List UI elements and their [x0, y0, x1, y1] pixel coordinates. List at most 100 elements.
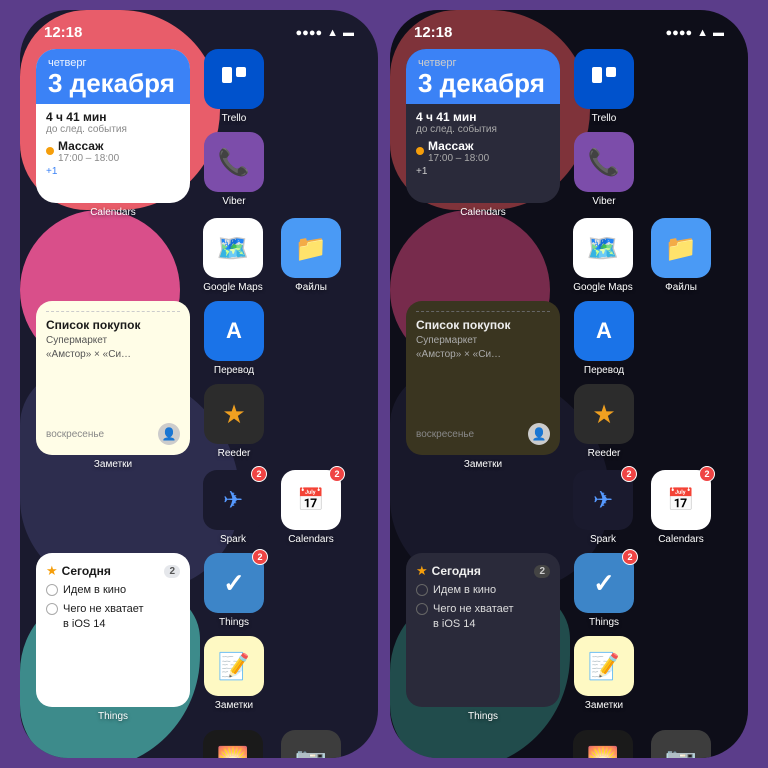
spark-badge-right: 2	[621, 466, 637, 482]
cal-event-name: Массаж	[58, 139, 119, 153]
cal-subtitle: до след. события	[46, 124, 180, 135]
trello-icon-left[interactable]: Trello	[200, 49, 268, 124]
status-time-left: 12:18	[44, 24, 82, 41]
things-widget-left[interactable]: ★ Сегодня 2 Идем в кино Чего не хватаетв…	[36, 553, 190, 722]
gmaps-label: Google Maps	[203, 282, 262, 293]
cal-more: +1	[46, 166, 180, 177]
spark-plane: ✈	[223, 486, 243, 515]
camera-icon-right[interactable]: 📷 Камера	[647, 730, 715, 758]
things-app-icon-left[interactable]: ✓ 2 Things	[200, 553, 268, 628]
reeder-star: ★	[222, 399, 245, 430]
cal-time-until: 4 ч 41 мин	[46, 110, 180, 124]
calendars-widget-label: Calendars	[90, 207, 136, 218]
home-grid-left: четверг 3 декабря 4 ч 41 мин до след. со…	[20, 45, 378, 758]
phone-right-content: 12:18 ●●●● ▲ ▬ четверг 3 декабря	[390, 10, 748, 758]
things-circle-2	[46, 603, 58, 615]
spark-icon-left[interactable]: ✈ 2 Spark	[199, 470, 267, 545]
battery-icon-right: ▬	[713, 27, 724, 39]
cal-header-right: четверг 3 декабря	[406, 49, 560, 104]
things-circle-1-right	[416, 584, 428, 596]
row2-right: Список покупок Супермаркет«Амстор» × «Си…	[406, 301, 732, 470]
row2-left: Список покупок Супермаркет«Амстор» × «Си…	[36, 301, 362, 470]
files-icon-left[interactable]: 📁 Файлы	[277, 218, 345, 293]
files-icon-right[interactable]: 📁 Файлы	[647, 218, 715, 293]
cal-date-right: 3 декабря	[418, 69, 548, 98]
trello-svg	[219, 64, 249, 94]
things-item-2: Чего не хватаетв iOS 14	[46, 602, 180, 631]
row4-left: 🌅 Фото 📷 Камера	[36, 730, 362, 758]
spark-icon-right[interactable]: ✈ 2 Spark	[569, 470, 637, 545]
row3-left: ★ Сегодня 2 Идем в кино Чего не хватаетв…	[36, 553, 362, 722]
col-trello-viber: Trello 📞 Viber	[200, 49, 268, 207]
things-text-1-right: Идем в кино	[433, 583, 496, 597]
files-label: Файлы	[295, 282, 327, 293]
row2b-right: ✈ 2 Spark 📅 2 Calendars	[406, 470, 732, 545]
notes-app-label: Заметки	[215, 700, 253, 711]
photos-icon-left[interactable]: 🌅 Фото	[199, 730, 267, 758]
notes-widget-left[interactable]: Список покупок Супермаркет«Амстор» × «Си…	[36, 301, 190, 470]
notes-app-icon-left[interactable]: 📝 Заметки	[200, 636, 268, 711]
things-circle-2-right	[416, 603, 428, 615]
calendar-widget-left[interactable]: четверг 3 декабря 4 ч 41 мин до след. со…	[36, 49, 190, 218]
things-app-icon-right[interactable]: ✓ 2 Things	[570, 553, 638, 628]
things-star-right: ★	[416, 563, 428, 579]
photos-emoji: 🌅	[217, 745, 249, 759]
translate-label-right: Перевод	[584, 365, 624, 376]
status-time-right: 12:18	[414, 24, 452, 41]
calendars-widget-label-right: Calendars	[460, 207, 506, 218]
reeder-icon-left[interactable]: ★ Reeder	[200, 384, 268, 459]
spark-wrapper-right: ✈ 2	[573, 470, 633, 530]
reeder-icon-right[interactable]: ★ Reeder	[570, 384, 638, 459]
camera-emoji: 📷	[295, 745, 327, 759]
calendars2-icon-left[interactable]: 📅 2 Calendars	[277, 470, 345, 545]
files-emoji-right: 📁	[665, 233, 697, 264]
notes-widget-label: Заметки	[94, 459, 132, 470]
notes-weekday: воскресенье	[46, 429, 104, 440]
things-text-2-right: Чего не хватаетв iOS 14	[433, 602, 514, 631]
things-widget-right[interactable]: ★ Сегодня 2 Идем в кино Чего не хватаетв…	[406, 553, 560, 722]
notes-widget-label-right: Заметки	[464, 459, 502, 470]
things-today: Сегодня	[62, 564, 111, 578]
calendars2-wrapper-right: 📅 2	[651, 470, 711, 530]
cal-dot-right	[416, 147, 424, 155]
notes-widget-right[interactable]: Список покупок Супермаркет«Амстор» × «Си…	[406, 301, 560, 470]
cal-event-right: Массаж 17:00 – 18:00	[416, 139, 550, 164]
things-item-1-right: Идем в кино	[416, 583, 550, 597]
viber-icon-right[interactable]: 📞 Viber	[570, 132, 638, 207]
reeder-star-right: ★	[592, 399, 615, 430]
notes-title: Список покупок	[46, 318, 180, 332]
calendars2-label: Calendars	[288, 534, 334, 545]
viber-emoji-right: 📞	[588, 147, 620, 178]
cal-event-time: 17:00 – 18:00	[58, 153, 119, 164]
notes-weekday-right: воскресенье	[416, 429, 474, 440]
status-icons-left: ●●●● ▲ ▬	[296, 27, 354, 39]
calendars2-wrapper: 📅 2	[281, 470, 341, 530]
cal-more-right: +1	[416, 166, 550, 177]
things-widget-label: Things	[98, 711, 128, 722]
things-count: 2	[164, 565, 180, 578]
phone-left: 12:18 ●●●● ▲ ▬ четверг 3 декабря	[20, 10, 378, 758]
things-today-right: Сегодня	[432, 564, 481, 578]
viber-icon-left[interactable]: 📞 Viber	[200, 132, 268, 207]
gmaps-icon-left[interactable]: 🗺️ Google Maps	[199, 218, 267, 293]
camera-icon-left[interactable]: 📷 Камера	[277, 730, 345, 758]
wifi-icon: ▲	[327, 27, 338, 39]
translate-text: A	[226, 318, 242, 344]
trello-icon-right[interactable]: Trello	[570, 49, 638, 124]
row1b-left: 🗺️ Google Maps 📁 Файлы	[36, 218, 362, 293]
notes-app-icon-right[interactable]: 📝 Заметки	[570, 636, 638, 711]
calendars2-icon-right[interactable]: 📅 2 Calendars	[647, 470, 715, 545]
things-star: ★	[46, 563, 58, 579]
notes-avatar: 👤	[158, 423, 180, 445]
translate-icon-left[interactable]: A Перевод	[200, 301, 268, 376]
photos-emoji-right: 🌅	[587, 745, 619, 759]
status-bar-right: 12:18 ●●●● ▲ ▬	[390, 10, 748, 45]
notes-emoji-right: 📝	[588, 651, 620, 682]
calendar-widget-right[interactable]: четверг 3 декабря 4 ч 41 мин до след. со…	[406, 49, 560, 218]
reeder-label-right: Reeder	[588, 448, 621, 459]
photos-icon-right[interactable]: 🌅 Фото	[569, 730, 637, 758]
things-check: ✓	[223, 568, 245, 599]
translate-icon-right[interactable]: A Перевод	[570, 301, 638, 376]
translate-text-right: A	[596, 318, 612, 344]
gmaps-icon-right[interactable]: 🗺️ Google Maps	[569, 218, 637, 293]
